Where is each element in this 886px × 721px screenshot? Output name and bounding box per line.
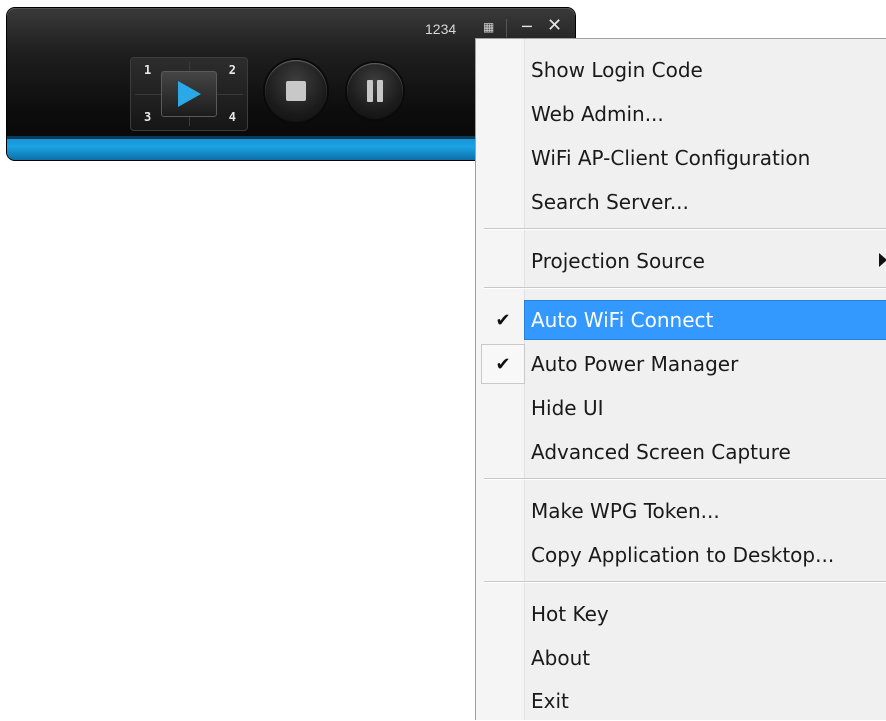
menu-item-projection-source[interactable]: Projection Source [476, 241, 886, 281]
menu-separator [484, 287, 886, 289]
submenu-arrow-icon [879, 253, 886, 267]
quadrant-4-button[interactable]: 4 [229, 110, 236, 124]
minimize-icon[interactable]: ─ [522, 19, 532, 35]
toolbar-divider [506, 19, 507, 37]
stop-icon [286, 81, 306, 101]
menu-item-label: WiFi AP-Client Configuration [531, 146, 811, 170]
menu-item-label: Hot Key [531, 602, 609, 626]
menu-item-about[interactable]: About [476, 638, 886, 678]
menu-separator [484, 581, 886, 583]
menu-item-label: Exit [531, 689, 569, 713]
stop-button[interactable] [265, 60, 327, 122]
login-code-label: 1234 [425, 21, 457, 37]
menu-item-label: Projection Source [531, 249, 705, 273]
close-icon[interactable]: ✕ [547, 17, 562, 35]
menu-item-exit[interactable]: Exit [476, 681, 886, 721]
menu-item-hide-ui[interactable]: Hide UI [476, 388, 886, 428]
menu-item-label: Auto WiFi Connect [531, 308, 714, 332]
menu-item-label: Search Server... [531, 190, 689, 214]
checkmark-icon: ✔ [495, 309, 511, 331]
quadrant-2-button[interactable]: 2 [229, 63, 236, 77]
menu-item-label: Auto Power Manager [531, 352, 739, 376]
play-icon [178, 81, 201, 107]
menu-separator [484, 228, 886, 230]
split-screen-selector: 1 2 3 4 [130, 57, 248, 131]
menu-item-hot-key[interactable]: Hot Key [476, 594, 886, 634]
pause-icon [367, 80, 383, 102]
menu-item-label: Advanced Screen Capture [531, 440, 791, 464]
menu-item-advanced-screen-capture[interactable]: Advanced Screen Capture [476, 432, 886, 472]
layout-toggle-icon[interactable]: ▦ [483, 21, 494, 33]
menu-item-label: Show Login Code [531, 58, 703, 82]
quadrant-1-button[interactable]: 1 [144, 63, 151, 77]
pause-button[interactable] [347, 63, 403, 119]
menu-item-copy-application-to-desktop[interactable]: Copy Application to Desktop... [476, 535, 886, 575]
menu-item-search-server[interactable]: Search Server... [476, 182, 886, 222]
menu-item-label: Hide UI [531, 396, 604, 420]
play-button[interactable] [161, 71, 217, 117]
menu-separator [484, 478, 886, 480]
menu-item-wifi-ap-client-configuration[interactable]: WiFi AP-Client Configuration [476, 138, 886, 178]
menu-item-label: Make WPG Token... [531, 499, 720, 523]
menu-item-label: Copy Application to Desktop... [531, 543, 835, 567]
menu-item-label: Web Admin... [531, 102, 664, 126]
menu-item-label: About [531, 646, 591, 670]
menu-item-make-wpg-token[interactable]: Make WPG Token... [476, 491, 886, 531]
menu-item-auto-wifi-connect[interactable]: Auto WiFi Connect [524, 300, 886, 340]
menu-item-auto-power-manager[interactable]: Auto Power Manager [476, 344, 886, 384]
quadrant-3-button[interactable]: 3 [144, 110, 151, 124]
context-menu: Show Login Code Web Admin... WiFi AP-Cli… [475, 38, 886, 720]
menu-item-show-login-code[interactable]: Show Login Code [476, 50, 886, 90]
menu-item-web-admin[interactable]: Web Admin... [476, 94, 886, 134]
